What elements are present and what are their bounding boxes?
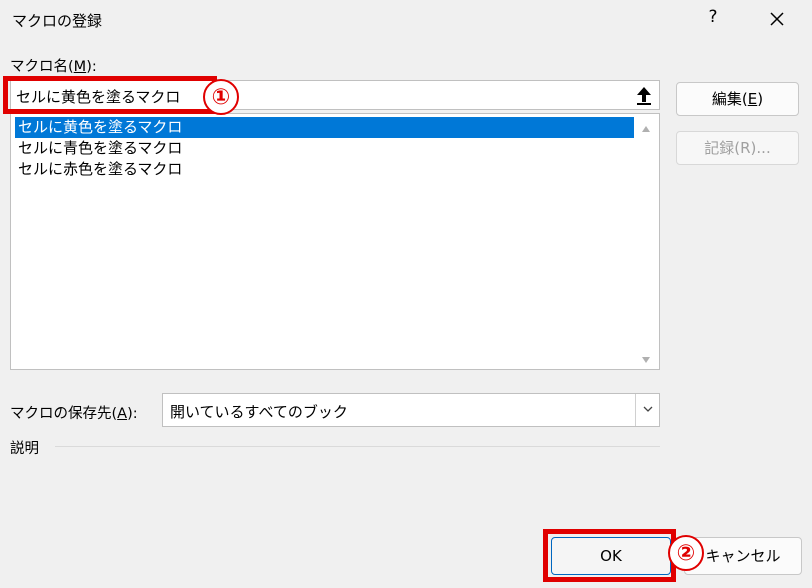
macro-list[interactable]: セルに黄色を塗るマクロ セルに青色を塗るマクロ セルに赤色を塗るマクロ — [10, 113, 660, 370]
scroll-up-arrow-icon — [642, 126, 650, 132]
close-button[interactable] — [762, 4, 792, 34]
list-item[interactable]: セルに黄色を塗るマクロ — [15, 117, 634, 138]
chevron-down-icon — [643, 406, 653, 412]
macro-name-label: マクロ名(M): — [10, 59, 97, 75]
record-button[interactable]: 記録(R)... — [676, 131, 799, 165]
close-icon — [770, 12, 784, 26]
list-item[interactable]: セルに青色を塗るマクロ — [15, 138, 634, 159]
scroll-down-button[interactable] — [641, 352, 651, 368]
collapse-dialog-button[interactable] — [630, 82, 658, 108]
scroll-down-arrow-icon — [642, 357, 650, 363]
store-macro-label: マクロの保存先(A): — [10, 406, 138, 422]
dropdown-button[interactable] — [641, 402, 655, 420]
dialog-title: マクロの登録 — [12, 12, 103, 30]
highlight-box-ok — [543, 529, 676, 582]
step-badge-1: ① — [203, 79, 239, 115]
step-badge-2: ② — [668, 535, 704, 571]
scroll-up-button[interactable] — [641, 121, 651, 137]
highlight-box-macro-name — [3, 76, 217, 114]
list-item[interactable]: セルに赤色を塗るマクロ — [15, 159, 634, 180]
description-label: 説明 — [10, 441, 39, 457]
collapse-dialog-icon — [637, 87, 651, 105]
edit-button[interactable]: 編集(E) — [676, 82, 799, 116]
select-divider — [635, 394, 636, 426]
description-divider — [55, 446, 660, 447]
store-macro-value: 開いているすべてのブック — [170, 403, 348, 421]
help-button[interactable]: ? — [703, 7, 723, 27]
